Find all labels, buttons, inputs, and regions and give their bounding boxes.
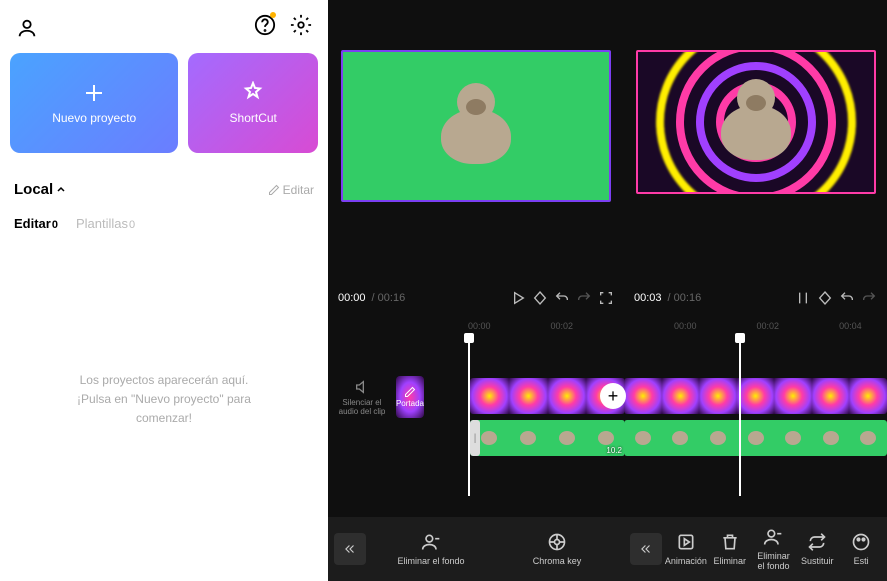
effect-track[interactable] [624,378,887,414]
new-project-label: Nuevo proyecto [52,111,136,125]
tool-style[interactable]: Esti [841,532,881,566]
chevron-up-icon [56,185,66,195]
top-bar [10,10,318,53]
wand-icon [241,81,265,105]
tool-replace[interactable]: Sustituir [797,532,837,566]
timeline[interactable]: Silenciar el audio del clip Portada + | … [328,336,624,496]
editor-panel-after: 00:03 / 00:16 00:0000:0200:04 Animación … [624,0,887,581]
timeline-ruler: 00:0000:02 [328,316,624,336]
tab-plantillas[interactable]: Plantillas0 [76,216,135,231]
tool-bar: Eliminar el fondo Chroma key [328,517,624,581]
tab-editar[interactable]: Editar0 [14,216,58,231]
plus-icon [82,81,106,105]
fullscreen-icon[interactable] [598,290,614,306]
help-button[interactable] [254,14,276,41]
tool-bar: Animación Eliminar Eliminar el fondo Sus… [624,517,887,581]
cover-thumb[interactable]: Portada [396,376,424,418]
shortcut-button[interactable]: ShortCut [188,53,318,153]
timeline-ruler: 00:0000:0200:04 [624,316,887,336]
edit-link[interactable]: Editar [268,183,314,197]
tool-remove-bg[interactable]: Eliminar el fondo [754,527,794,571]
person-remove-icon [421,532,441,552]
mute-clip-button[interactable]: Silenciar el audio del clip [336,379,388,416]
tabs: Editar0 Plantillas0 [10,216,318,231]
chroma-icon [547,532,567,552]
time-total: / 00:16 [668,292,702,304]
preview-frame[interactable] [636,50,876,194]
redo-icon[interactable] [861,290,877,306]
chevron-double-left-icon [639,542,653,556]
playhead[interactable] [468,336,470,496]
pencil-icon [268,184,280,196]
shortcut-label: ShortCut [230,111,277,125]
pencil-icon [404,386,416,398]
time-current: 00:03 [634,292,662,304]
trash-icon [720,532,740,552]
preview-zone [624,0,887,280]
tool-animation[interactable]: Animación [666,532,706,566]
transport-bar: 00:03 / 00:16 [624,280,887,316]
preview-frame[interactable] [341,50,611,202]
new-project-button[interactable]: Nuevo proyecto [10,53,178,153]
editor-panel-before: 00:00 / 00:16 00:0000:02 Silenciar el au… [328,0,624,581]
speaker-icon [354,379,370,395]
video-track[interactable] [624,420,887,456]
back-button[interactable] [334,533,366,565]
tool-delete[interactable]: Eliminar [710,532,750,566]
profile-icon[interactable] [16,17,38,39]
playhead[interactable] [739,336,741,496]
tool-chroma-key[interactable]: Chroma key [496,532,618,566]
settings-icon[interactable] [290,14,312,36]
notification-dot [270,12,276,18]
empty-state: Los proyectos aparecerán aquí. ¡Pulsa en… [10,371,318,429]
undo-icon[interactable] [554,290,570,306]
person-remove-icon [763,527,783,547]
dog-subject [431,81,521,171]
timeline-side-controls: Silenciar el audio del clip Portada [336,376,424,418]
keyframe-icon[interactable] [532,290,548,306]
home-panel: Nuevo proyecto ShortCut Local Editar Edi… [0,0,328,581]
clip-duration: 10.2 [606,446,622,455]
transport-bar: 00:00 / 00:16 [328,280,624,316]
time-total: / 00:16 [372,292,406,304]
tool-remove-bg[interactable]: Eliminar el fondo [370,532,492,566]
pause-icon[interactable] [795,290,811,306]
time-current: 00:00 [338,292,366,304]
style-icon [851,532,871,552]
replace-icon [807,532,827,552]
dog-subject [711,77,801,167]
timeline[interactable] [624,336,887,496]
keyframe-icon[interactable] [817,290,833,306]
video-track[interactable]: | 10.2 [470,420,625,456]
animation-icon [676,532,696,552]
undo-icon[interactable] [839,290,855,306]
action-cards: Nuevo proyecto ShortCut [10,53,318,153]
clip-handle-left[interactable]: | [470,420,480,456]
section-header: Local Editar [10,181,318,198]
redo-icon[interactable] [576,290,592,306]
section-title[interactable]: Local [14,181,66,198]
back-button[interactable] [630,533,662,565]
chevron-double-left-icon [343,542,357,556]
add-clip-button[interactable]: + [600,383,626,409]
play-icon[interactable] [510,290,526,306]
preview-zone [328,0,624,280]
